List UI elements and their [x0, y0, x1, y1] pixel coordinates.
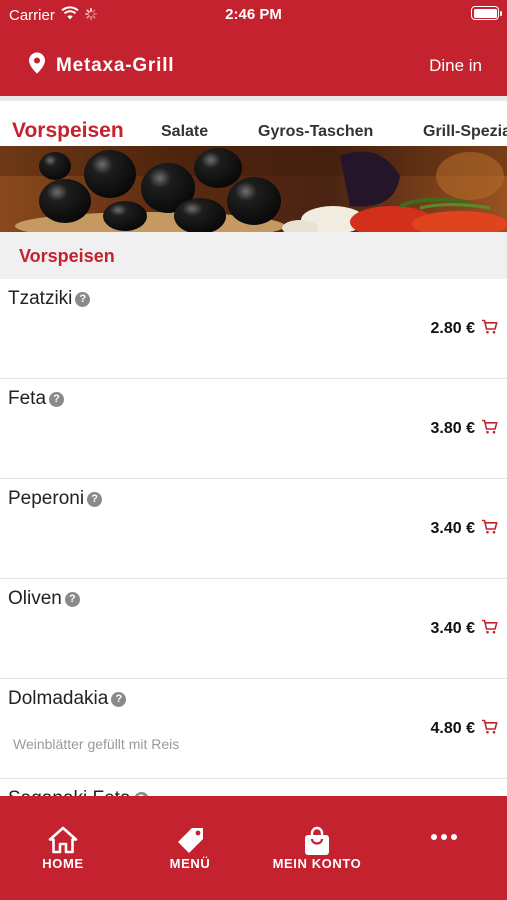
section-title: Vorspeisen: [19, 246, 115, 266]
menu-item-name: Dolmadakia: [8, 688, 109, 709]
menu-item-name-row: Dolmadakia ?: [8, 688, 127, 710]
tag-icon: [127, 826, 253, 854]
menu-item-description: Weinblätter gefüllt mit Reis: [13, 736, 180, 752]
app-header: Carrier 2:46 PM Metaxa-Grill Dine in: [0, 0, 507, 96]
nav-bar: Metaxa-Grill Dine in: [0, 40, 507, 88]
location-selector[interactable]: Metaxa-Grill: [28, 52, 174, 79]
status-bar: Carrier 2:46 PM: [0, 0, 507, 28]
menu-item[interactable]: Oliven ? 3.40 €: [0, 579, 507, 679]
menu-item-name-row: Tzatziki ?: [8, 288, 91, 310]
tab-vorspeisen[interactable]: Vorspeisen: [12, 119, 124, 143]
category-banner-image: [0, 146, 507, 232]
section-header: Vorspeisen: [0, 232, 507, 279]
menu-item[interactable]: Peperoni ? 3.40 €: [0, 479, 507, 579]
info-icon[interactable]: ?: [75, 291, 91, 307]
menu-item-price: 3.40 €: [430, 520, 475, 537]
category-tabs: Vorspeisen Salate Gyros-Taschen Grill-Sp…: [0, 96, 507, 146]
cart-icon[interactable]: [481, 319, 498, 339]
menu-item-name-row: Oliven ?: [8, 588, 80, 610]
nav-account[interactable]: MEIN KONTO: [254, 796, 380, 900]
menu-item[interactable]: Dolmadakia ? 4.80 € Weinblätter gefüllt …: [0, 679, 507, 779]
cart-icon[interactable]: [481, 519, 498, 539]
menu-item-price: 4.80 €: [430, 720, 475, 737]
cart-icon[interactable]: [481, 719, 498, 739]
menu-item-name: Tzatziki: [8, 288, 73, 309]
price-row[interactable]: 3.80 €: [431, 419, 498, 439]
price-row[interactable]: 3.40 €: [431, 619, 498, 639]
info-icon[interactable]: ?: [111, 691, 127, 707]
battery-icon: [471, 6, 502, 20]
menu-item-name-row: Feta ?: [8, 388, 65, 410]
menu-item[interactable]: Saganaki Feta ?: [0, 779, 507, 796]
nav-home-label: HOME: [42, 856, 84, 871]
info-icon[interactable]: ?: [64, 591, 80, 607]
app-screen: Carrier 2:46 PM Metaxa-Grill Dine in Vor…: [0, 0, 507, 900]
nav-home[interactable]: HOME: [0, 796, 126, 900]
price-row[interactable]: 3.40 €: [431, 519, 498, 539]
tab-grill-spezialitaeten[interactable]: Grill-Spezia: [423, 123, 507, 141]
menu-item-name-row: Saganaki Feta ?: [8, 788, 149, 796]
bottom-nav: HOME MENÜ MEIN KONTO: [0, 796, 507, 900]
price-row[interactable]: 2.80 €: [431, 319, 498, 339]
shopping-bag-icon: [254, 826, 380, 855]
nav-menu[interactable]: MENÜ: [127, 796, 253, 900]
cart-icon[interactable]: [481, 619, 498, 639]
menu-item-name: Peperoni: [8, 488, 85, 509]
info-icon[interactable]: ?: [49, 391, 65, 407]
tab-gyros-taschen[interactable]: Gyros-Taschen: [258, 123, 373, 141]
tab-salate[interactable]: Salate: [161, 123, 208, 141]
more-icon: [381, 832, 507, 860]
nav-more[interactable]: [381, 796, 507, 900]
price-row[interactable]: 4.80 €: [431, 719, 498, 739]
menu-item-name: Feta: [8, 388, 47, 409]
menu-item-price: 2.80 €: [430, 320, 475, 337]
menu-item-list: Tzatziki ? 2.80 € Feta ? 3.80 € Peperoni…: [0, 279, 507, 796]
menu-item-name: Oliven: [8, 588, 62, 609]
cart-icon[interactable]: [481, 419, 498, 439]
menu-item[interactable]: Tzatziki ? 2.80 €: [0, 279, 507, 379]
home-icon: [0, 826, 126, 854]
info-icon[interactable]: ?: [87, 491, 103, 507]
nav-account-label: MEIN KONTO: [272, 856, 362, 871]
store-name: Metaxa-Grill: [56, 54, 175, 76]
menu-item-name-row: Peperoni ?: [8, 488, 103, 510]
location-pin-icon: [28, 52, 46, 79]
menu-item[interactable]: Feta ? 3.80 €: [0, 379, 507, 479]
menu-item-name: Saganaki Feta: [8, 788, 131, 796]
status-time: 2:46 PM: [225, 6, 282, 23]
menu-item-price: 3.40 €: [430, 620, 475, 637]
menu-item-price: 3.80 €: [430, 420, 475, 437]
order-mode-button[interactable]: Dine in: [429, 56, 482, 76]
nav-menu-label: MENÜ: [169, 856, 211, 871]
